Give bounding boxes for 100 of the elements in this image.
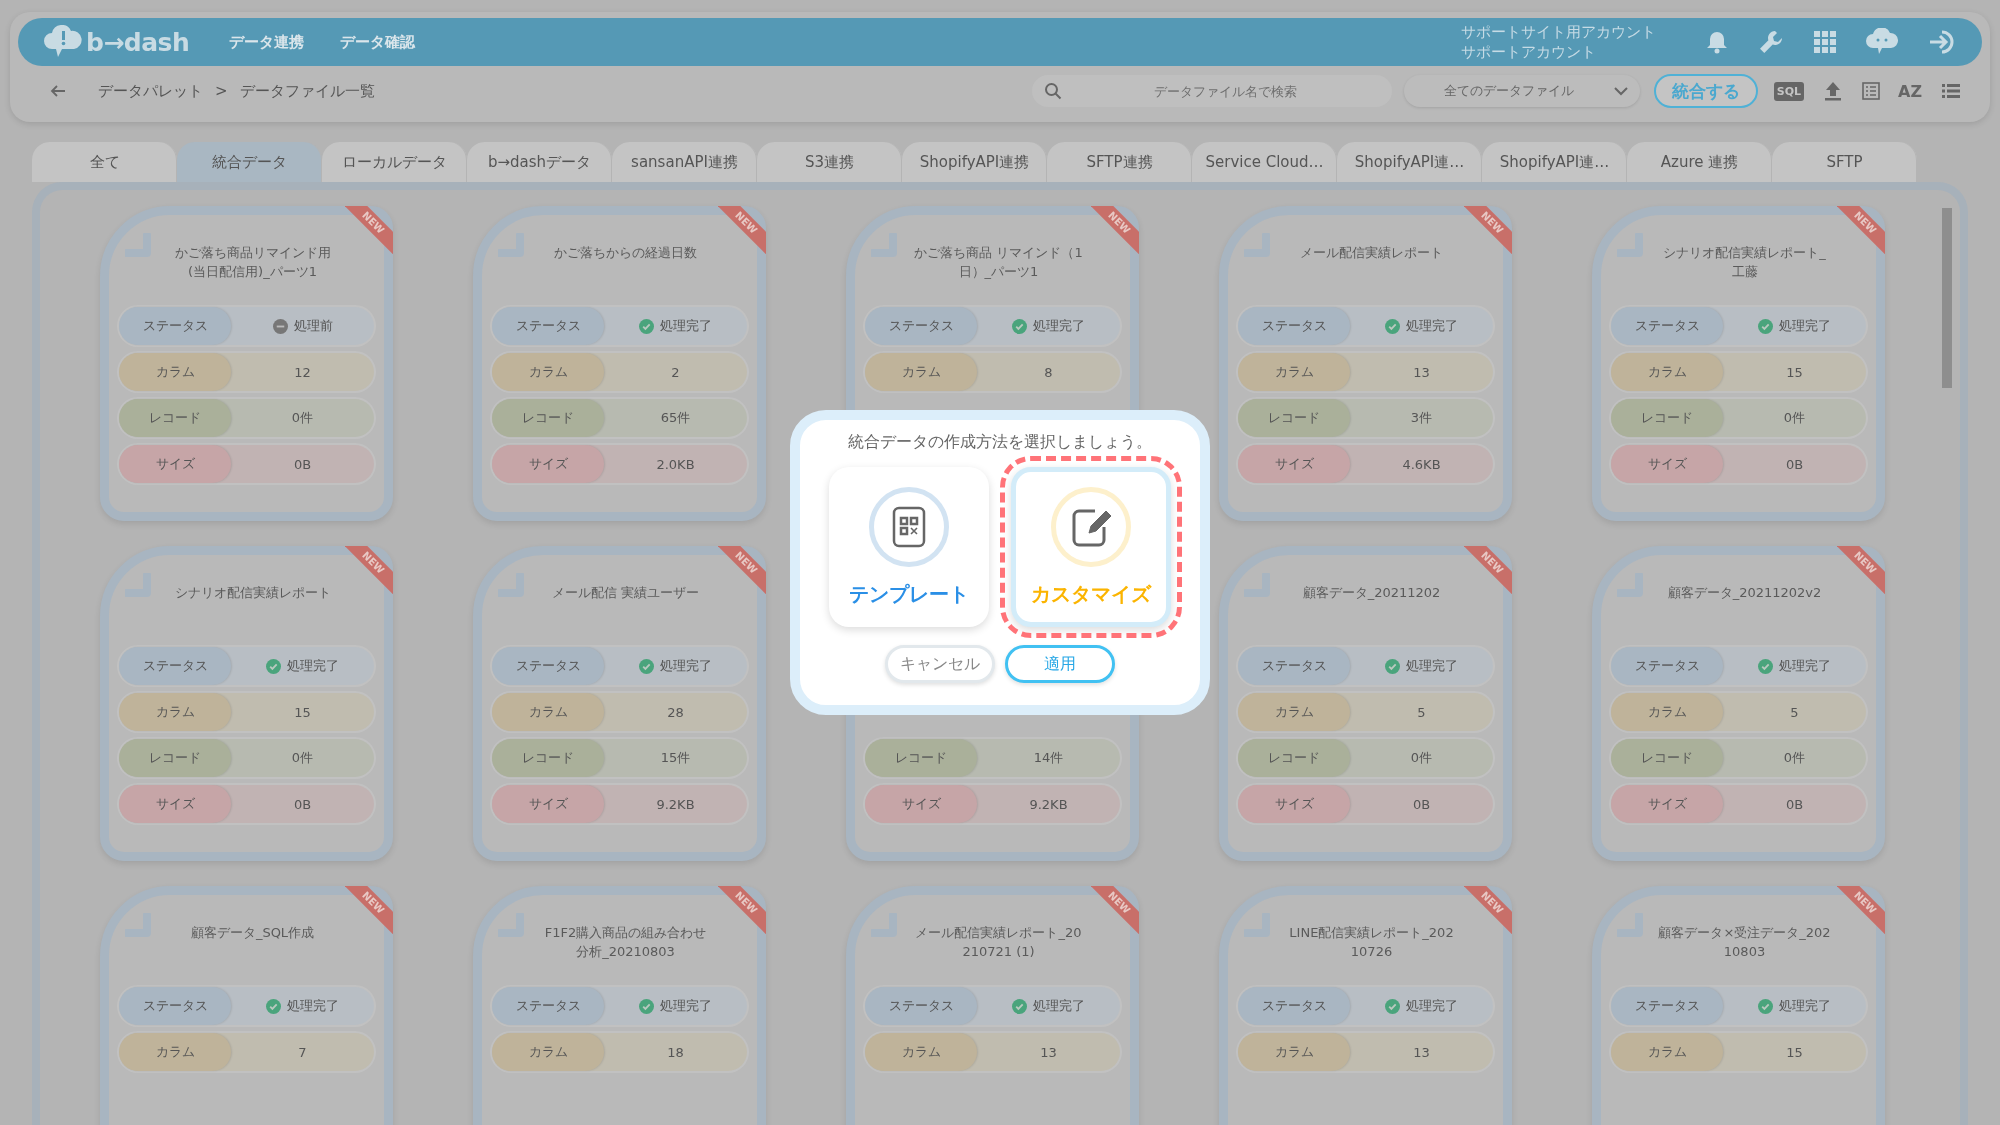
status-value: 処理完了: [1779, 657, 1831, 675]
stat-value: 0B: [292, 456, 313, 472]
wrench-icon[interactable]: [1758, 29, 1784, 55]
category-tab[interactable]: Azure 連携: [1627, 142, 1772, 182]
stat-label: レコード: [1611, 739, 1723, 777]
file-title: 顧客データ×受注データ_202: [1658, 924, 1831, 942]
stat-value: 0B: [292, 796, 313, 812]
category-tab[interactable]: sansanAPI連携: [612, 142, 757, 182]
stat-value: 13: [1412, 364, 1431, 380]
category-tab[interactable]: Service Cloud…: [1192, 142, 1337, 182]
category-tab[interactable]: b→dashデータ: [467, 142, 612, 182]
stat-value: 15: [293, 704, 312, 720]
upload-icon[interactable]: [1824, 81, 1842, 101]
stat-label: ステータス: [119, 647, 231, 685]
file-title: 10803: [1723, 943, 1766, 961]
apply-button[interactable]: 適用: [1005, 645, 1115, 683]
table-view-icon[interactable]: [1862, 82, 1880, 100]
search-icon: [1043, 82, 1062, 100]
stat-label: サイズ: [492, 445, 604, 483]
stat-value: 0B: [1784, 456, 1805, 472]
stat-label: レコード: [1611, 399, 1723, 437]
stat-label: カラム: [865, 353, 977, 391]
stat-value: 12: [293, 364, 312, 380]
stat-label: レコード: [1238, 399, 1350, 437]
category-tab[interactable]: 全て: [32, 142, 177, 182]
app-grid-icon[interactable]: [1814, 31, 1836, 53]
stat-label: カラム: [119, 693, 231, 731]
file-title: 日）_パーツ1: [958, 263, 1039, 281]
cloud-logo-icon: [44, 25, 82, 59]
status-value: 処理完了: [1406, 317, 1458, 335]
search-field[interactable]: データファイル名で検索: [1031, 75, 1392, 107]
category-tab[interactable]: ShopifyAPI連…: [1482, 142, 1627, 182]
file-title: LINE配信実績レポート_202: [1289, 924, 1454, 942]
cancel-button[interactable]: キャンセル: [885, 645, 995, 683]
stat-value: 14件: [1032, 749, 1065, 767]
stat-value: 15: [1785, 364, 1804, 380]
category-tab[interactable]: SFTP: [1772, 142, 1917, 182]
nav-link[interactable]: データ連携: [229, 32, 305, 52]
stat-label: カラム: [492, 1033, 604, 1071]
sort-az-icon[interactable]: AZ: [1898, 81, 1922, 101]
file-title: 210721 (1): [962, 943, 1035, 961]
stat-value: 5: [1789, 704, 1800, 720]
breadcrumb-separator: >: [215, 81, 228, 101]
status-value: 処理前: [293, 317, 333, 335]
stat-label: ステータス: [865, 987, 977, 1025]
nav-link[interactable]: データ確認: [340, 32, 416, 52]
category-tab[interactable]: 統合データ: [177, 142, 322, 182]
stat-label: サイズ: [1238, 445, 1350, 483]
stat-label: カラム: [865, 1033, 977, 1071]
stat-label: サイズ: [1238, 785, 1350, 823]
file-title: 顧客データ_20211202v2: [1667, 584, 1822, 602]
status-value: 処理完了: [1033, 997, 1085, 1015]
stat-value: 15: [1785, 1044, 1804, 1060]
file-title: シナリオ配信実績レポート_: [1663, 244, 1826, 262]
stat-label: レコード: [865, 739, 977, 777]
status-value: 処理完了: [1406, 657, 1458, 675]
category-tab[interactable]: ShopifyAPI連携: [902, 142, 1047, 182]
category-tab[interactable]: SFTP連携: [1047, 142, 1192, 182]
stat-value: 2: [670, 364, 681, 380]
stat-label: カラム: [492, 353, 604, 391]
stat-value: 7: [297, 1044, 308, 1060]
stat-label: ステータス: [865, 307, 977, 345]
stat-label: カラム: [119, 1033, 231, 1071]
category-tab[interactable]: ShopifyAPI連…: [1337, 142, 1482, 182]
stat-label: サイズ: [1611, 785, 1723, 823]
file-filter-dropdown[interactable]: 全てのデータファイル: [1403, 75, 1640, 107]
stat-label: ステータス: [119, 307, 231, 345]
file-title: 工藤: [1731, 263, 1758, 281]
status-value: 処理完了: [287, 997, 339, 1015]
stat-label: レコード: [119, 739, 231, 777]
bell-icon[interactable]: [1706, 30, 1728, 54]
category-tab[interactable]: ローカルデータ: [322, 142, 467, 182]
sql-icon[interactable]: SQL: [1773, 81, 1804, 101]
stat-value: 65件: [659, 409, 692, 427]
stat-label: ステータス: [492, 987, 604, 1025]
file-title: F1F2購入商品の組み合わせ: [544, 924, 707, 942]
stat-label: ステータス: [1611, 987, 1723, 1025]
file-title: 顧客データ_SQL作成: [190, 924, 315, 942]
back-arrow-icon[interactable]: [50, 84, 66, 98]
stat-value: 3件: [1409, 409, 1434, 427]
category-tab[interactable]: S3連携: [757, 142, 902, 182]
stat-value: 5: [1416, 704, 1427, 720]
stat-label: カラム: [1238, 1033, 1350, 1071]
stat-label: ステータス: [1611, 307, 1723, 345]
stat-value: 28: [666, 704, 685, 720]
method-option[interactable]: テンプレート: [829, 467, 989, 627]
file-title: 分析_20210803: [576, 943, 675, 961]
file-title: 10726: [1350, 943, 1393, 961]
cloud-face-icon[interactable]: [1866, 28, 1898, 56]
stat-label: カラム: [1611, 693, 1723, 731]
stat-label: ステータス: [1611, 647, 1723, 685]
breadcrumb-link[interactable]: データパレット: [98, 81, 203, 101]
file-title: 顧客データ_20211202: [1302, 584, 1441, 602]
stat-label: サイズ: [119, 445, 231, 483]
list-view-icon[interactable]: [1942, 83, 1960, 99]
status-value: 処理完了: [1033, 317, 1085, 335]
account-name[interactable]: サポートサイト用アカウント サポートアカウント: [1461, 22, 1656, 62]
stat-label: カラム: [1611, 1033, 1723, 1071]
stat-label: カラム: [492, 693, 604, 731]
status-value: 処理完了: [1406, 997, 1458, 1015]
